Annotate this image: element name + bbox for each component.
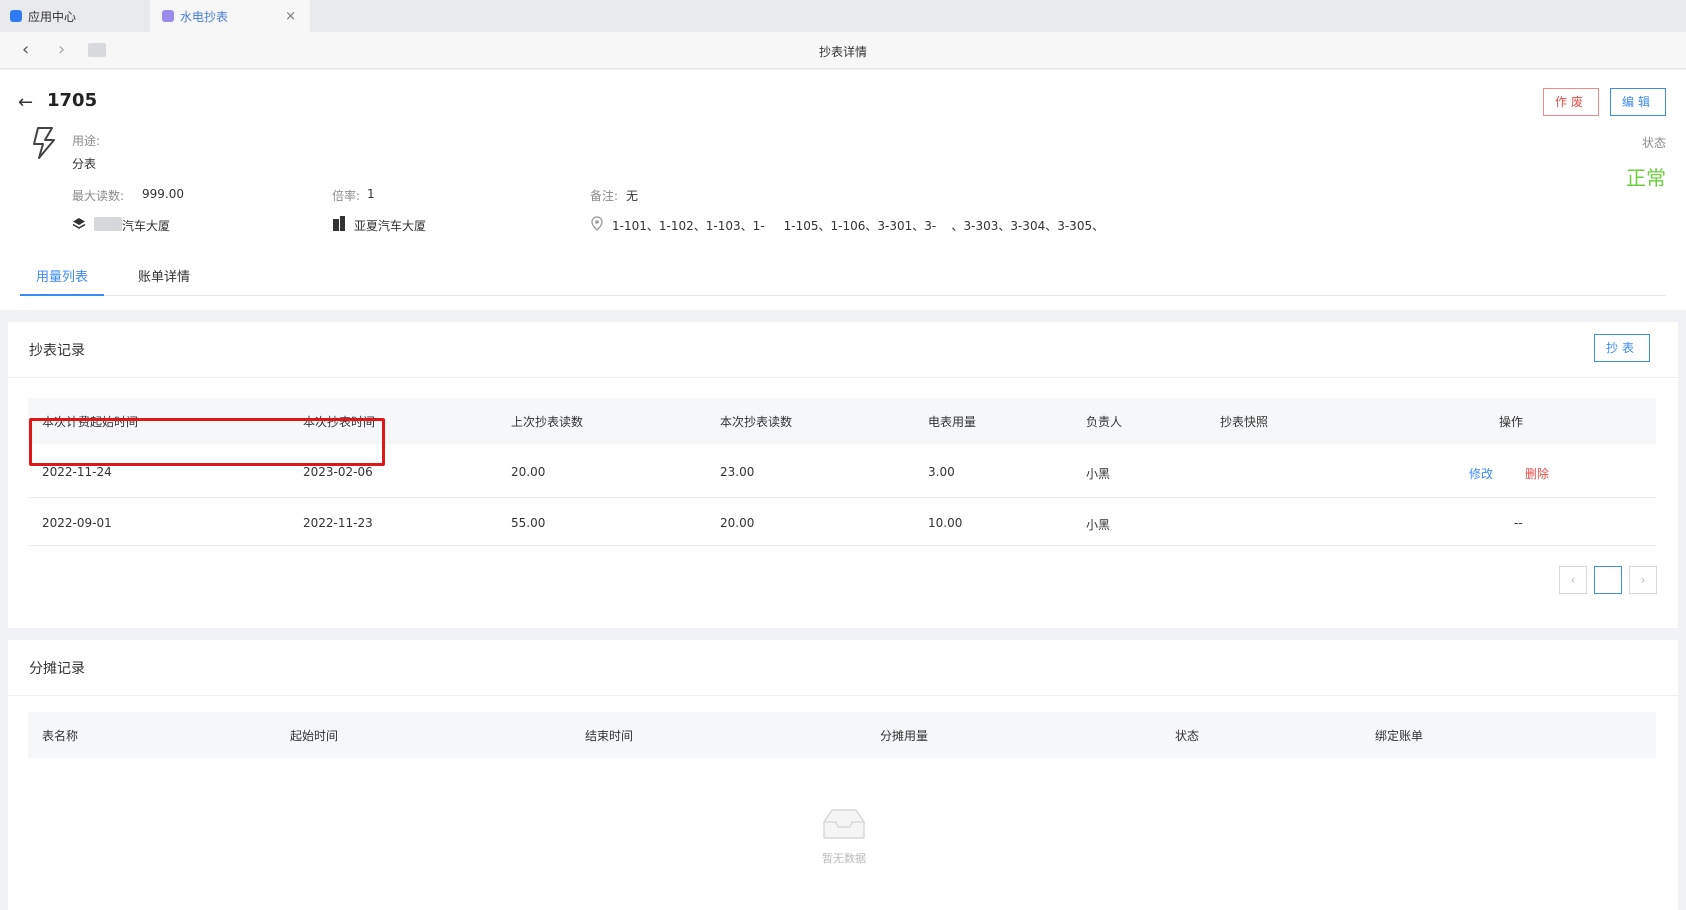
prev-page-button[interactable]: ‹ xyxy=(1559,566,1587,594)
status-label: 状态 xyxy=(1641,136,1666,150)
edit-link[interactable]: 修改 xyxy=(1469,465,1493,482)
delete-link[interactable]: 删除 xyxy=(1525,465,1549,482)
usage-label: 用途: xyxy=(72,134,101,148)
col-actions: 操作 xyxy=(1499,415,1524,429)
cell-curr-reading: 20.00 xyxy=(720,516,755,530)
redacted-text xyxy=(94,217,122,231)
tab-utility-reading[interactable]: 水电抄表 × xyxy=(150,0,310,32)
page-title: 抄表详情 xyxy=(818,45,867,59)
cell-owner: 小黑 xyxy=(1086,467,1111,481)
empty-text: 暂无数据 xyxy=(822,852,866,865)
edit-button[interactable]: 编辑 xyxy=(1610,88,1666,116)
remark-label: 备注: xyxy=(590,189,619,203)
usage-value: 分表 xyxy=(72,157,97,171)
allocation-table-header: 表名称 起始时间 结束时间 分摊用量 状态 绑定账单 xyxy=(28,712,1656,758)
col-prev-reading: 上次抄表读数 xyxy=(511,415,584,429)
cell-owner: 小黑 xyxy=(1086,518,1111,532)
rate-value: 1 xyxy=(367,187,375,201)
next-page-button[interactable]: › xyxy=(1629,566,1657,594)
allocation-records-panel: 分摊记录 表名称 起始时间 结束时间 分摊用量 状态 绑定账单 暂无数据 xyxy=(8,640,1678,910)
nav-bar: ‹ › 抄表详情 xyxy=(0,32,1686,69)
layers-icon xyxy=(72,218,86,229)
cell-usage: 10.00 xyxy=(928,516,963,530)
cell-prev-reading: 55.00 xyxy=(511,516,546,530)
void-button[interactable]: 作废 xyxy=(1543,88,1599,116)
building-icon xyxy=(333,216,345,231)
utility-app-icon xyxy=(162,10,174,22)
meter-records-panel: 抄表记录 抄表 本次计费起始时间 本次抄表时间 上次抄表读数 本次抄表读数 电表… xyxy=(8,322,1678,628)
tab-bar: 应用中心 水电抄表 × xyxy=(0,0,1686,32)
cell-start-time: 2022-09-01 xyxy=(42,516,112,530)
cell-prev-reading: 20.00 xyxy=(511,465,546,479)
col-status: 状态 xyxy=(1175,729,1200,743)
divider xyxy=(8,695,1678,696)
highlight-box xyxy=(29,418,385,466)
cell-curr-reading: 23.00 xyxy=(720,465,755,479)
cell-usage: 3.00 xyxy=(928,465,955,479)
building-name: 汽车大厦 xyxy=(122,219,171,233)
tab-bill-detail[interactable]: 账单详情 xyxy=(138,266,190,285)
col-allocated-usage: 分摊用量 xyxy=(880,729,929,743)
back-arrow-icon[interactable]: ← xyxy=(18,92,33,113)
allocation-records-title: 分摊记录 xyxy=(29,661,85,677)
page-1-button[interactable] xyxy=(1594,566,1622,594)
col-usage: 电表用量 xyxy=(928,415,977,429)
divider xyxy=(8,377,1678,378)
detail-tabs: 用量列表 账单详情 xyxy=(20,266,1666,296)
max-reading-value: 999.00 xyxy=(142,187,184,201)
col-meter-name: 表名称 xyxy=(42,729,79,743)
cell-read-time: 2022-11-23 xyxy=(303,516,373,530)
electricity-icon xyxy=(33,127,55,159)
empty-inbox-icon xyxy=(823,809,865,839)
meter-header-panel: ← 1705 用途: 分表 最大读数: 999.00 倍率: 1 备注: 无 汽… xyxy=(0,70,1686,310)
max-reading-label: 最大读数: xyxy=(72,189,125,203)
meter-records-title: 抄表记录 xyxy=(29,343,85,359)
tab-app-center-label: 应用中心 xyxy=(28,9,77,24)
app-center-icon xyxy=(10,10,22,22)
park-name: 亚夏汽车大厦 xyxy=(354,219,427,233)
close-tab-icon[interactable]: × xyxy=(285,9,296,24)
table-row: 2022-09-01 2022-11-23 55.00 20.00 10.00 … xyxy=(28,498,1656,546)
cell-read-time: 2023-02-06 xyxy=(303,465,373,479)
rate-label: 倍率: xyxy=(332,189,361,203)
col-snapshot: 抄表快照 xyxy=(1220,415,1269,429)
meter-number: 1705 xyxy=(47,90,98,111)
col-curr-reading: 本次抄表读数 xyxy=(720,415,793,429)
cell-actions-empty: -- xyxy=(1514,516,1523,530)
location-icon xyxy=(591,216,603,231)
col-begin-time: 起始时间 xyxy=(290,729,339,743)
col-bound-bill: 绑定账单 xyxy=(1375,729,1424,743)
col-end-time: 结束时间 xyxy=(585,729,634,743)
room-list: 1-101、1-102、1-103、1- 1-105、1-106、3-301、3… xyxy=(612,219,1105,233)
remark-value: 无 xyxy=(626,189,639,203)
status-value: 正常 xyxy=(1626,166,1666,190)
read-meter-button[interactable]: 抄表 xyxy=(1594,334,1650,362)
tab-usage-list[interactable]: 用量列表 xyxy=(20,266,104,296)
tab-utility-reading-label: 水电抄表 xyxy=(180,9,229,24)
cell-start-time: 2022-11-24 xyxy=(42,465,112,479)
col-owner: 负责人 xyxy=(1086,415,1123,429)
tab-app-center[interactable]: 应用中心 xyxy=(10,0,148,32)
